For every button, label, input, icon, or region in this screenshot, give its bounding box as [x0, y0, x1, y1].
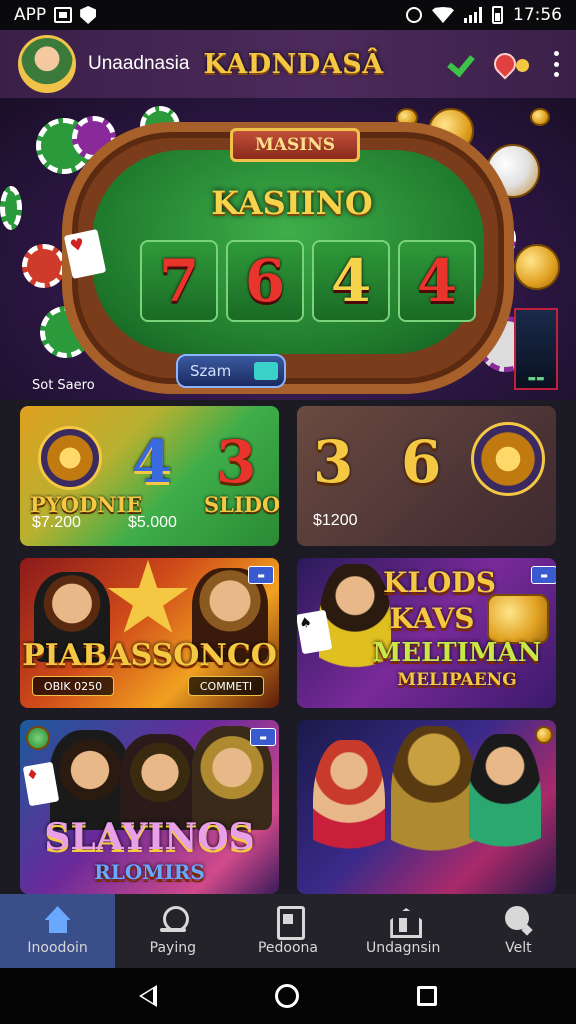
nav-item-velt[interactable]: Velt — [461, 894, 576, 968]
house-person-icon — [388, 906, 418, 934]
shield-icon — [80, 6, 97, 24]
slot-reel: 7 — [140, 240, 218, 322]
character-illustration — [313, 740, 385, 894]
character-illustration — [469, 734, 541, 894]
more-vert-icon[interactable] — [552, 51, 560, 77]
hero-banner[interactable]: MASINS KASIINO 7 6 4 4 ♥ — [0, 98, 576, 400]
game-title-line: KLODS — [383, 566, 496, 599]
tile-amount: $1200 — [313, 512, 358, 529]
poker-chip-icon — [0, 186, 22, 230]
tile-pill: OBIK 0250 — [32, 676, 114, 696]
bell-icon — [158, 906, 189, 934]
signal-icon — [464, 7, 482, 23]
table-sign: MASINS — [230, 128, 360, 162]
game-title-line: KAVS — [389, 602, 475, 635]
document-icon — [273, 906, 305, 940]
star-icon — [107, 560, 189, 633]
roulette-wheel-icon — [38, 426, 102, 490]
nav-item-label: Paying — [149, 940, 196, 956]
corner-badge[interactable]: ▬▬ — [514, 308, 558, 390]
game-tile[interactable]: ♦ ▬ SLAYINOS RLOMIRS — [20, 720, 279, 894]
back-icon[interactable] — [139, 985, 157, 1007]
game-subtitle: RLOMIRS — [94, 860, 205, 884]
game-tile[interactable]: ♠ ▬ KLODS KAVS MELTIMAN MELIPAENG — [297, 558, 556, 708]
slot-reel: 4 — [398, 240, 476, 322]
game-tile[interactable]: ▬ PIABASSONCO OBIK 0250 COMMETI — [20, 558, 279, 708]
game-title-line: MELIPAENG — [397, 670, 517, 690]
nav-item-label: Pedoona — [257, 940, 319, 956]
nav-item-undagnsin[interactable]: Undagnsin — [346, 894, 461, 968]
poker-table: MASINS KASIINO 7 6 4 4 — [62, 122, 514, 394]
status-bar: APP 17:56 — [0, 0, 576, 30]
location-icon[interactable] — [492, 51, 532, 77]
game-tile[interactable] — [297, 720, 556, 894]
gold-coin-icon — [487, 594, 549, 644]
brand-small-title: Unaadnasia — [88, 53, 190, 74]
nav-item-pedoona[interactable]: Pedoona — [230, 894, 345, 968]
badge-icon: ▬ — [248, 566, 274, 584]
gold-coin-icon — [26, 726, 50, 750]
brand-logo-title: KADNDASÂ — [203, 48, 384, 80]
tile-number: 3 — [216, 428, 257, 496]
wifi-icon — [432, 7, 454, 23]
slot-reel: 6 — [226, 240, 304, 322]
badge-icon: ▬ — [531, 566, 556, 584]
table-title: KASIINO — [211, 184, 373, 222]
tile-pill: COMMETI — [188, 676, 264, 696]
game-title-line: MELTIMAN — [372, 638, 542, 668]
poker-chip-icon — [22, 244, 66, 288]
status-app-label: APP — [14, 5, 47, 25]
gold-coin-icon — [530, 108, 550, 126]
slot-reel: 4 — [312, 240, 390, 322]
search-icon — [503, 906, 533, 934]
corner-badge-text: ▬▬ — [527, 374, 545, 384]
tile-number: 4 — [132, 428, 173, 496]
recents-icon[interactable] — [417, 986, 437, 1006]
battery-icon — [492, 6, 503, 24]
alarm-icon — [406, 7, 422, 23]
spin-indicator-icon — [254, 362, 278, 380]
tile-brand: SLIDO — [204, 492, 279, 517]
home-circle-icon[interactable] — [275, 984, 299, 1008]
badge-icon: ▬ — [250, 728, 276, 746]
game-tile[interactable]: 3 6 $1200 — [297, 406, 556, 546]
avatar[interactable] — [18, 35, 76, 93]
status-time: 17:56 — [513, 5, 562, 25]
tile-amount: $5.000 — [128, 514, 177, 531]
banner-caption: Sot Saero — [32, 378, 95, 393]
image-icon — [54, 7, 73, 23]
spin-button[interactable]: Szam — [176, 354, 286, 388]
home-icon — [43, 906, 73, 934]
character-illustration — [391, 726, 477, 894]
nav-item-label: Inoodoin — [27, 940, 88, 956]
bottom-navigation: Inoodoin Paying Pedoona Undagnsin Velt — [0, 894, 576, 968]
nav-item-label: Undagnsin — [366, 940, 441, 956]
app-header: Unaadnasia KADNDASÂ — [0, 30, 576, 98]
tile-number: 3 — [313, 428, 354, 496]
nav-item-home[interactable]: Inoodoin — [0, 894, 116, 968]
game-title: SLAYINOS — [44, 816, 255, 858]
game-tile[interactable]: 4 3 PYODNIE SLIDO $7.200 $5.000 — [20, 406, 279, 546]
tile-amount: $7.200 — [32, 514, 81, 531]
check-icon[interactable] — [444, 53, 472, 75]
spin-button-label: Szam — [190, 362, 232, 380]
nav-item-label: Velt — [505, 940, 532, 956]
nav-item-paying[interactable]: Paying — [115, 894, 230, 968]
system-navigation-bar — [0, 968, 576, 1024]
gold-coin-icon — [535, 726, 553, 744]
gold-coin-icon — [514, 244, 560, 290]
tile-number: 6 — [401, 428, 442, 496]
game-title: PIABASSONCO — [22, 638, 277, 673]
roulette-wheel-icon — [471, 422, 545, 496]
character-illustration — [50, 730, 130, 830]
